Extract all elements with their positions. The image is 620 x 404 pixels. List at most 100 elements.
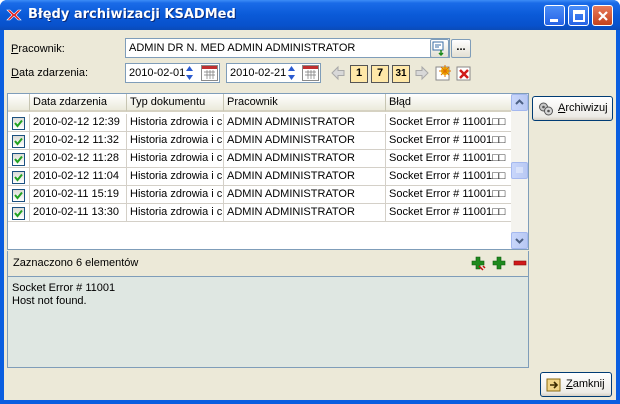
archive-button[interactable]: Archiwizuj [532, 96, 613, 121]
cell-employee: ADMIN ADMINISTRATOR [224, 204, 386, 222]
row-checkbox[interactable] [12, 207, 25, 220]
table-row[interactable]: 2010-02-11 13:30 Historia zdrowia i ch ADM… [8, 204, 512, 222]
cell-date: 2010-02-12 12:39 [30, 114, 127, 132]
row-checkbox[interactable] [12, 117, 25, 130]
day-button[interactable]: 1 [350, 65, 368, 83]
date-to-calendar-icon[interactable] [302, 65, 319, 81]
scroll-up-button[interactable] [511, 94, 528, 111]
date-to-value: 2010-02-21 [230, 67, 287, 79]
close-button[interactable]: Zamknij [540, 372, 612, 397]
archive-button-label: Archiwizuj [558, 102, 608, 114]
scroll-thumb[interactable] [511, 162, 528, 179]
dialog-body: Pracownik: ADMIN DR N. MED ADMIN ADMINIS… [4, 30, 616, 400]
cell-checkbox [8, 168, 30, 186]
date-to-spin-icon[interactable] [287, 64, 296, 82]
cell-error: Socket Error # 11001□□ [386, 132, 512, 150]
checkmark-icon [14, 191, 23, 200]
error-details-line2: Host not found. [12, 295, 87, 307]
header-date[interactable]: Data zdarzenia [30, 94, 127, 112]
minimize-icon [550, 19, 558, 22]
employee-lookup-button[interactable]: ... [451, 39, 471, 58]
cell-doc-type: Historia zdrowia i ch [127, 168, 224, 186]
window-title: Błędy archiwizacji KSADMed [28, 7, 236, 22]
app-logo-icon [6, 9, 22, 21]
cell-doc-type: Historia zdrowia i ch [127, 204, 224, 222]
cell-date: 2010-02-12 11:32 [30, 132, 127, 150]
employee-label-rest: racownik: [18, 43, 65, 55]
cell-employee: ADMIN ADMINISTRATOR [224, 150, 386, 168]
checkmark-icon [14, 119, 23, 128]
checkmark-icon [14, 137, 23, 146]
add-item-icon[interactable] [470, 255, 486, 271]
date-from-value: 2010-02-01 [129, 67, 186, 79]
vertical-scrollbar[interactable] [511, 94, 528, 249]
checkmark-icon [14, 173, 23, 182]
employee-label: Pracownik: [11, 43, 65, 55]
row-checkbox[interactable] [12, 153, 25, 166]
chevron-down-icon [515, 238, 524, 244]
maximize-icon [573, 10, 585, 22]
date-from-calendar-icon[interactable] [201, 65, 218, 81]
date-label: Data zdarzenia: [11, 67, 88, 79]
close-icon [598, 11, 608, 21]
cell-employee: ADMIN ADMINISTRATOR [224, 186, 386, 204]
chevron-up-icon [515, 99, 524, 105]
close-window-button[interactable] [592, 5, 613, 26]
close-button-label: Zamknij [566, 378, 605, 390]
header-error[interactable]: Błąd [386, 94, 512, 112]
header-employee[interactable]: Pracownik [224, 94, 386, 112]
scroll-down-button[interactable] [511, 232, 528, 249]
table-row[interactable]: 2010-02-12 12:39 Historia zdrowia i ch ADM… [8, 114, 512, 132]
mnemonic: A [558, 102, 566, 114]
maximize-button[interactable] [568, 5, 589, 26]
error-details-line1: Socket Error # 11001 [12, 282, 116, 294]
cell-date: 2010-02-11 15:19 [30, 186, 127, 204]
cell-error: Socket Error # 11001□□ [386, 150, 512, 168]
employee-field[interactable]: ADMIN DR N. MED ADMIN ADMINISTRATOR [125, 38, 450, 58]
cell-error: Socket Error # 11001□□ [386, 168, 512, 186]
archive-icon [539, 102, 553, 116]
month-button[interactable]: 31 [392, 65, 410, 83]
cell-doc-type: Historia zdrowia i ch [127, 150, 224, 168]
employee-select-button[interactable] [430, 39, 449, 58]
table-row[interactable]: 2010-02-12 11:28 Historia zdrowia i ch ADM… [8, 150, 512, 168]
error-details-panel: Socket Error # 11001 Host not found. [7, 276, 529, 368]
week-button[interactable]: 7 [371, 65, 389, 83]
next-period-icon[interactable] [413, 64, 431, 82]
remove-icon[interactable] [512, 255, 528, 271]
table-row[interactable]: 2010-02-12 11:32 Historia zdrowia i ch ADM… [8, 132, 512, 150]
cell-employee: ADMIN ADMINISTRATOR [224, 114, 386, 132]
cell-doc-type: Historia zdrowia i ch [127, 132, 224, 150]
cell-date: 2010-02-11 13:30 [30, 204, 127, 222]
checkmark-icon [14, 209, 23, 218]
checkmark-icon [14, 155, 23, 164]
cell-date: 2010-02-12 11:04 [30, 168, 127, 186]
date-from-spin-icon[interactable] [185, 64, 194, 82]
cell-checkbox [8, 150, 30, 168]
new-filter-icon[interactable] [434, 64, 452, 82]
errors-table: Data zdarzenia Typ dokumentu Pracownik B… [7, 93, 529, 250]
cell-doc-type: Historia zdrowia i ch [127, 114, 224, 132]
row-checkbox[interactable] [12, 189, 25, 202]
table-row[interactable]: 2010-02-11 15:19 Historia zdrowia i ch ADM… [8, 186, 512, 204]
cell-checkbox [8, 114, 30, 132]
header-check-column[interactable] [8, 94, 30, 112]
add-icon[interactable] [491, 255, 507, 271]
table-row[interactable]: 2010-02-12 11:04 Historia zdrowia i ch ADM… [8, 168, 512, 186]
grip-icon [516, 167, 523, 173]
cell-date: 2010-02-12 11:28 [30, 150, 127, 168]
cell-error: Socket Error # 11001□□ [386, 204, 512, 222]
app-window: Błędy archiwizacji KSADMed Pracownik: AD… [0, 0, 620, 404]
cell-employee: ADMIN ADMINISTRATOR [224, 168, 386, 186]
row-checkbox[interactable] [12, 135, 25, 148]
cell-checkbox [8, 204, 30, 222]
clear-filter-icon[interactable] [455, 64, 473, 82]
row-checkbox[interactable] [12, 171, 25, 184]
header-doc-type[interactable]: Typ dokumentu [127, 94, 224, 112]
previous-period-icon[interactable] [329, 64, 347, 82]
minimize-button[interactable] [544, 5, 565, 26]
cell-error: Socket Error # 11001□□ [386, 186, 512, 204]
cell-checkbox [8, 132, 30, 150]
date-label-rest: ata zdarzenia: [18, 67, 89, 79]
cell-doc-type: Historia zdrowia i ch [127, 186, 224, 204]
